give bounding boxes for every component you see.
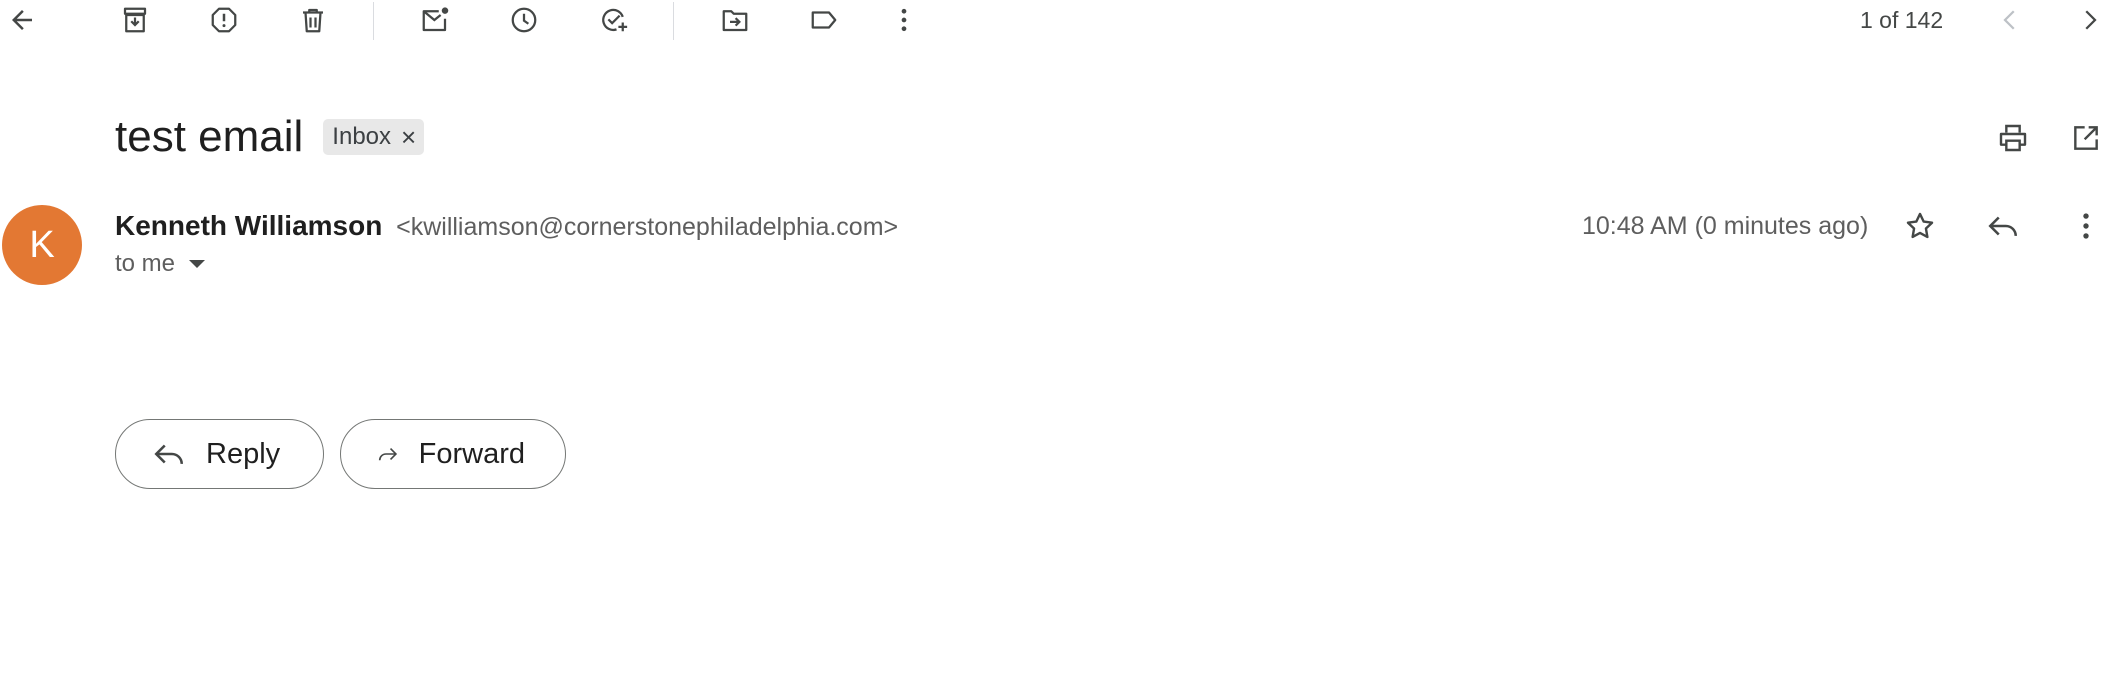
newer-button[interactable] — [1988, 0, 2032, 40]
open-in-new-icon — [2074, 126, 2098, 150]
email-view: 1 of 142 test email Inbox × K Kenneth Wi… — [0, 0, 2126, 678]
report-spam-button[interactable] — [202, 0, 246, 40]
chevron-right-icon — [2085, 10, 2097, 30]
star-icon — [1906, 212, 1934, 239]
forward-icon — [378, 448, 398, 461]
avatar-letter: K — [29, 223, 55, 266]
email-toolbar: 1 of 142 — [0, 0, 2126, 42]
print-icon — [1999, 124, 2027, 152]
archive-icon — [123, 7, 147, 33]
add-to-tasks-button[interactable] — [592, 0, 636, 40]
delete-icon — [303, 8, 323, 33]
sender-line: Kenneth Williamson <kwilliamson@cornerst… — [115, 208, 898, 245]
snooze-icon — [511, 7, 537, 33]
subject-row: test email Inbox × — [115, 112, 425, 162]
reply-button-label: Reply — [206, 437, 281, 470]
forward-button-label: Forward — [418, 437, 525, 470]
recipient-line: to me — [115, 250, 206, 278]
more-vert-icon — [901, 8, 907, 32]
label-button[interactable] — [802, 0, 846, 40]
mark-unread-button[interactable] — [413, 0, 457, 40]
back-arrow-icon — [12, 10, 32, 30]
move-to-icon — [722, 10, 748, 32]
reply-button[interactable]: Reply — [115, 419, 324, 489]
back-button[interactable] — [0, 0, 44, 40]
snooze-button[interactable] — [502, 0, 546, 40]
chevron-left-icon — [2003, 10, 2015, 30]
sender-avatar[interactable]: K — [2, 205, 82, 285]
email-timestamp: 10:48 AM (0 minutes ago) — [1582, 212, 1869, 240]
pager-count: 1 of 142 — [1860, 7, 1944, 33]
more-vert-icon — [2083, 213, 2089, 239]
reply-icon-button[interactable] — [1981, 204, 2025, 248]
archive-button[interactable] — [113, 0, 157, 40]
show-details-icon[interactable] — [189, 260, 206, 268]
add-to-tasks-icon — [602, 8, 628, 32]
sender-email: <kwilliamson@cornerstonephiladelphia.com… — [396, 213, 899, 241]
more-options-button[interactable] — [882, 0, 926, 40]
toolbar-divider — [673, 2, 674, 40]
report-spam-icon — [211, 7, 237, 33]
delete-button[interactable] — [291, 0, 335, 40]
forward-button[interactable]: Forward — [340, 419, 566, 489]
recipient-text: to me — [115, 250, 176, 277]
reply-icon — [1988, 216, 2018, 237]
mark-unread-icon — [422, 7, 449, 32]
sender-name[interactable]: Kenneth Williamson — [115, 210, 382, 241]
message-more-button[interactable] — [2064, 204, 2108, 248]
remove-label-icon[interactable]: × — [401, 124, 416, 150]
move-to-button[interactable] — [713, 0, 757, 40]
star-button[interactable] — [1898, 204, 1942, 248]
toolbar-divider — [373, 2, 374, 40]
print-all-button[interactable] — [1991, 116, 2035, 160]
older-button[interactable] — [2068, 0, 2112, 40]
open-in-new-window-button[interactable] — [2064, 116, 2108, 160]
label-chip-text: Inbox — [332, 123, 392, 150]
email-subject: test email — [115, 112, 304, 161]
label-icon — [811, 11, 837, 29]
label-chip[interactable]: Inbox × — [323, 119, 425, 155]
reply-icon — [154, 444, 184, 465]
